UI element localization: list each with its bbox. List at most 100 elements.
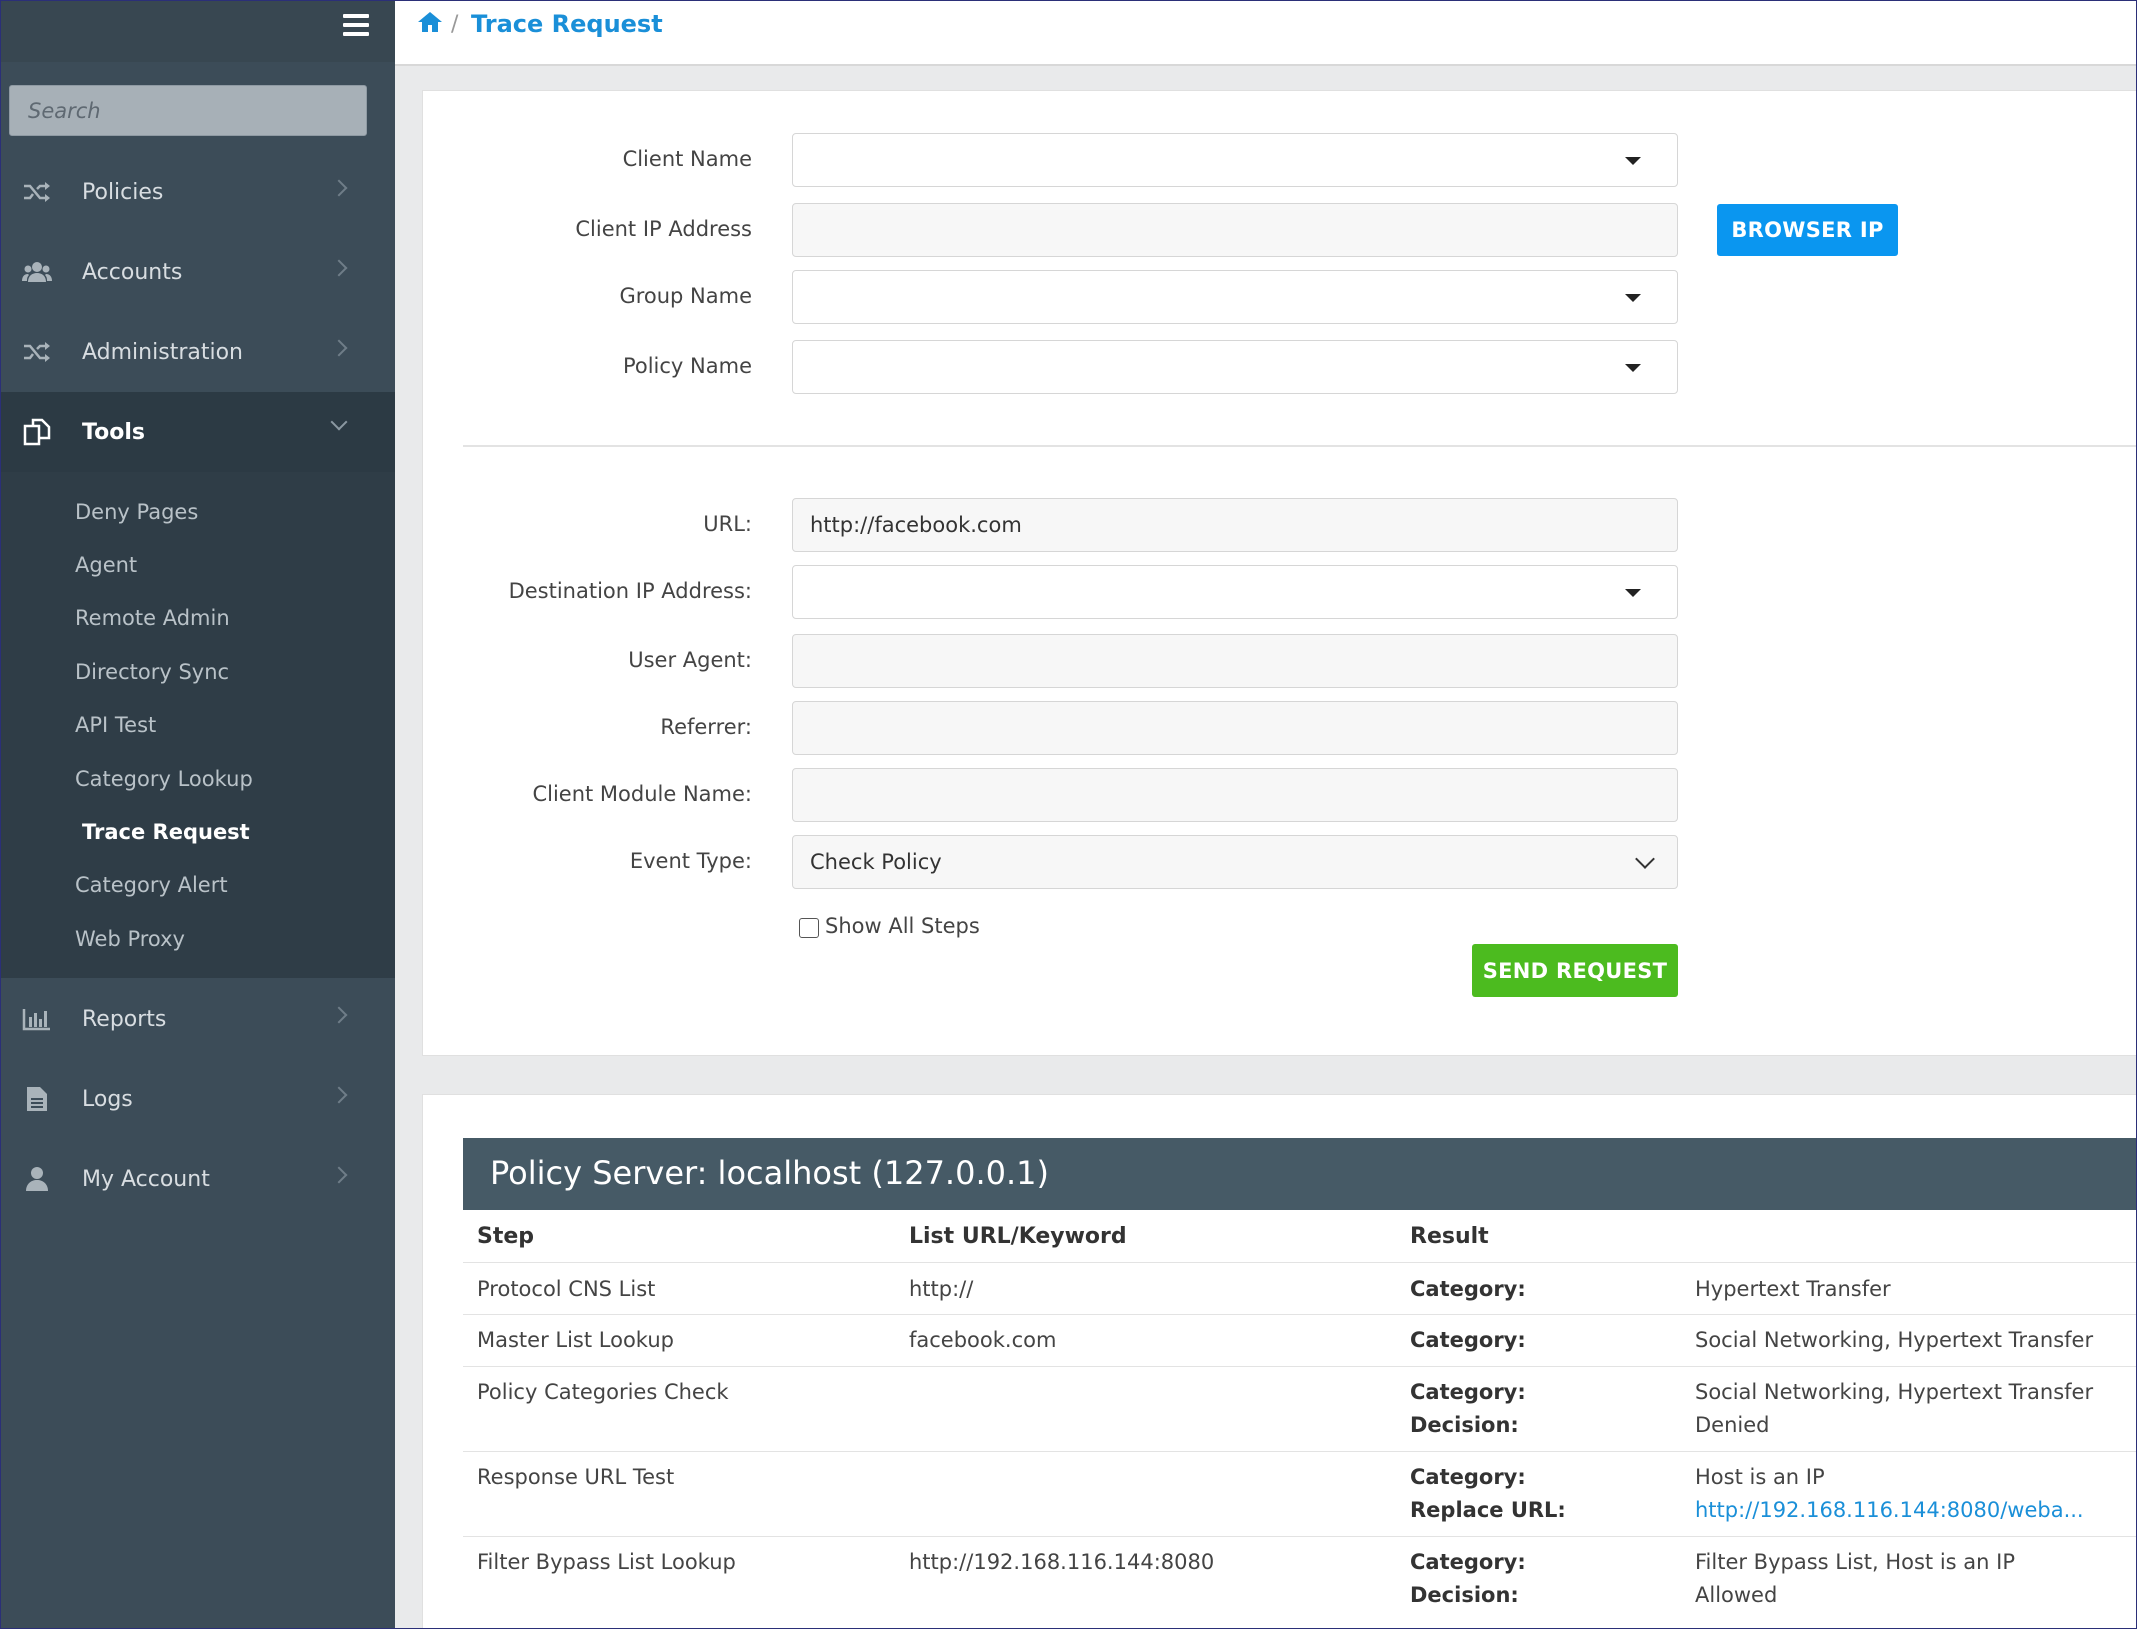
row-divider (463, 1366, 2137, 1367)
shuffle-icon (20, 337, 54, 367)
event-type-label: Event Type: (629, 849, 752, 873)
group-name-label: Group Name (619, 284, 752, 308)
sidebar-header (0, 0, 395, 62)
sidebar-item-administration[interactable]: Administration (0, 312, 395, 392)
sidebar-item-label: Logs (82, 1086, 133, 1112)
column-header-list: List URL/Keyword (909, 1224, 1127, 1249)
client-ip-input[interactable] (792, 203, 1678, 257)
replace-url-link[interactable]: http://192.168.116.144:8080/weba... (1695, 1498, 2084, 1522)
sidebar-item-my-account[interactable]: My Account (0, 1139, 395, 1219)
url-value: http://facebook.com (810, 513, 1022, 537)
client-name-select[interactable] (792, 133, 1678, 187)
table-cell-key: Replace URL: (1410, 1498, 1566, 1522)
sidebar-item-logs[interactable]: Logs (0, 1059, 395, 1139)
dest-ip-label: Destination IP Address: (508, 579, 752, 603)
chevron-right-icon (330, 259, 348, 277)
submenu-item-deny-pages[interactable]: Deny Pages (75, 500, 198, 524)
chevron-right-icon (330, 339, 348, 357)
table-cell-step: Master List Lookup (477, 1328, 674, 1352)
table-cell-value: Social Networking, Hypertext Transfer (1695, 1328, 2094, 1352)
chevron-right-icon (330, 179, 348, 197)
url-label: URL: (703, 512, 752, 536)
chevron-right-icon (330, 1006, 348, 1024)
table-cell-step: Policy Categories Check (477, 1380, 729, 1404)
browser-ip-button[interactable]: BROWSER IP (1717, 204, 1898, 256)
submenu-item-category-lookup[interactable]: Category Lookup (75, 767, 253, 791)
submenu-item-directory-sync[interactable]: Directory Sync (75, 660, 229, 684)
show-all-steps-checkbox[interactable] (799, 918, 819, 938)
event-type-value: Check Policy (810, 850, 942, 874)
tools-submenu: Deny Pages Agent Remote Admin Directory … (0, 472, 395, 978)
client-module-input[interactable] (792, 768, 1678, 822)
menu-toggle-icon[interactable] (343, 14, 369, 36)
chevron-right-icon (330, 1166, 348, 1184)
page-title: Trace Request (471, 10, 663, 38)
policy-name-label: Policy Name (622, 354, 752, 378)
caret-down-icon (1625, 294, 1641, 302)
referrer-label: Referrer: (660, 715, 752, 739)
table-cell-key: Decision: (1410, 1583, 1519, 1607)
group-name-select[interactable] (792, 270, 1678, 324)
submenu-item-remote-admin[interactable]: Remote Admin (75, 606, 230, 630)
form-divider (463, 445, 2137, 447)
submenu-item-agent[interactable]: Agent (75, 553, 137, 577)
row-divider (463, 1536, 2137, 1537)
row-divider (463, 1262, 2137, 1263)
submenu-item-category-alert[interactable]: Category Alert (75, 873, 228, 897)
dest-ip-select[interactable] (792, 565, 1678, 619)
table-cell-value: Filter Bypass List, Host is an IP (1695, 1550, 2015, 1574)
send-request-button[interactable]: SEND REQUEST (1472, 944, 1678, 997)
table-cell-list: http://192.168.116.144:8080 (909, 1550, 1215, 1574)
sidebar-item-label: Policies (82, 179, 164, 205)
sidebar-item-label: Accounts (82, 259, 183, 285)
users-icon (20, 257, 54, 287)
table-cell-value: Host is an IP (1695, 1465, 1825, 1489)
show-all-steps-label: Show All Steps (825, 914, 980, 938)
chevron-down-icon (1635, 849, 1655, 869)
table-cell-value: Denied (1695, 1413, 1770, 1437)
sidebar-item-label: Administration (82, 339, 243, 365)
home-icon[interactable] (417, 10, 443, 36)
table-cell-value: Social Networking, Hypertext Transfer (1695, 1380, 2094, 1404)
shuffle-icon (20, 177, 54, 207)
table-cell-list: facebook.com (909, 1328, 1057, 1352)
policy-name-select[interactable] (792, 340, 1678, 394)
row-divider (463, 1314, 2137, 1315)
table-cell-step: Filter Bypass List Lookup (477, 1550, 736, 1574)
sidebar-search-input[interactable] (9, 85, 367, 136)
caret-down-icon (1625, 364, 1641, 372)
url-input[interactable]: http://facebook.com (792, 498, 1678, 552)
table-cell-list: http:// (909, 1277, 974, 1301)
event-type-select[interactable]: Check Policy (792, 835, 1678, 889)
user-agent-label: User Agent: (628, 648, 752, 672)
breadcrumb-separator: / (451, 12, 459, 37)
sidebar-item-policies[interactable]: Policies (0, 152, 395, 232)
policy-server-title: Policy Server: localhost (127.0.0.1) (490, 1154, 1049, 1192)
user-icon (20, 1164, 54, 1194)
sidebar-item-label: Reports (82, 1006, 167, 1032)
row-divider (463, 1451, 2137, 1452)
sidebar-item-accounts[interactable]: Accounts (0, 232, 395, 312)
submenu-item-api-test[interactable]: API Test (75, 713, 156, 737)
referrer-input[interactable] (792, 701, 1678, 755)
client-module-label: Client Module Name: (532, 782, 752, 806)
table-cell-key: Category: (1410, 1380, 1526, 1404)
client-ip-label: Client IP Address (575, 217, 752, 241)
submenu-item-web-proxy[interactable]: Web Proxy (75, 927, 185, 951)
caret-down-icon (1625, 157, 1641, 165)
user-agent-input[interactable] (792, 634, 1678, 688)
sidebar-item-label: My Account (82, 1166, 210, 1192)
sidebar-item-tools[interactable]: Tools (0, 392, 395, 472)
table-cell-key: Category: (1410, 1328, 1526, 1352)
copy-icon (20, 417, 54, 447)
client-name-label: Client Name (622, 147, 752, 171)
sidebar: Policies Accounts Administration Tools D… (0, 0, 395, 1629)
column-header-step: Step (477, 1224, 535, 1249)
sidebar-item-reports[interactable]: Reports (0, 979, 395, 1059)
policy-server-header: Policy Server: localhost (127.0.0.1) (463, 1138, 2137, 1210)
table-cell-key: Category: (1410, 1465, 1526, 1489)
column-header-result: Result (1410, 1224, 1489, 1249)
submenu-item-trace-request[interactable]: Trace Request (82, 820, 250, 844)
chevron-right-icon (330, 1086, 348, 1104)
file-icon (20, 1084, 54, 1114)
